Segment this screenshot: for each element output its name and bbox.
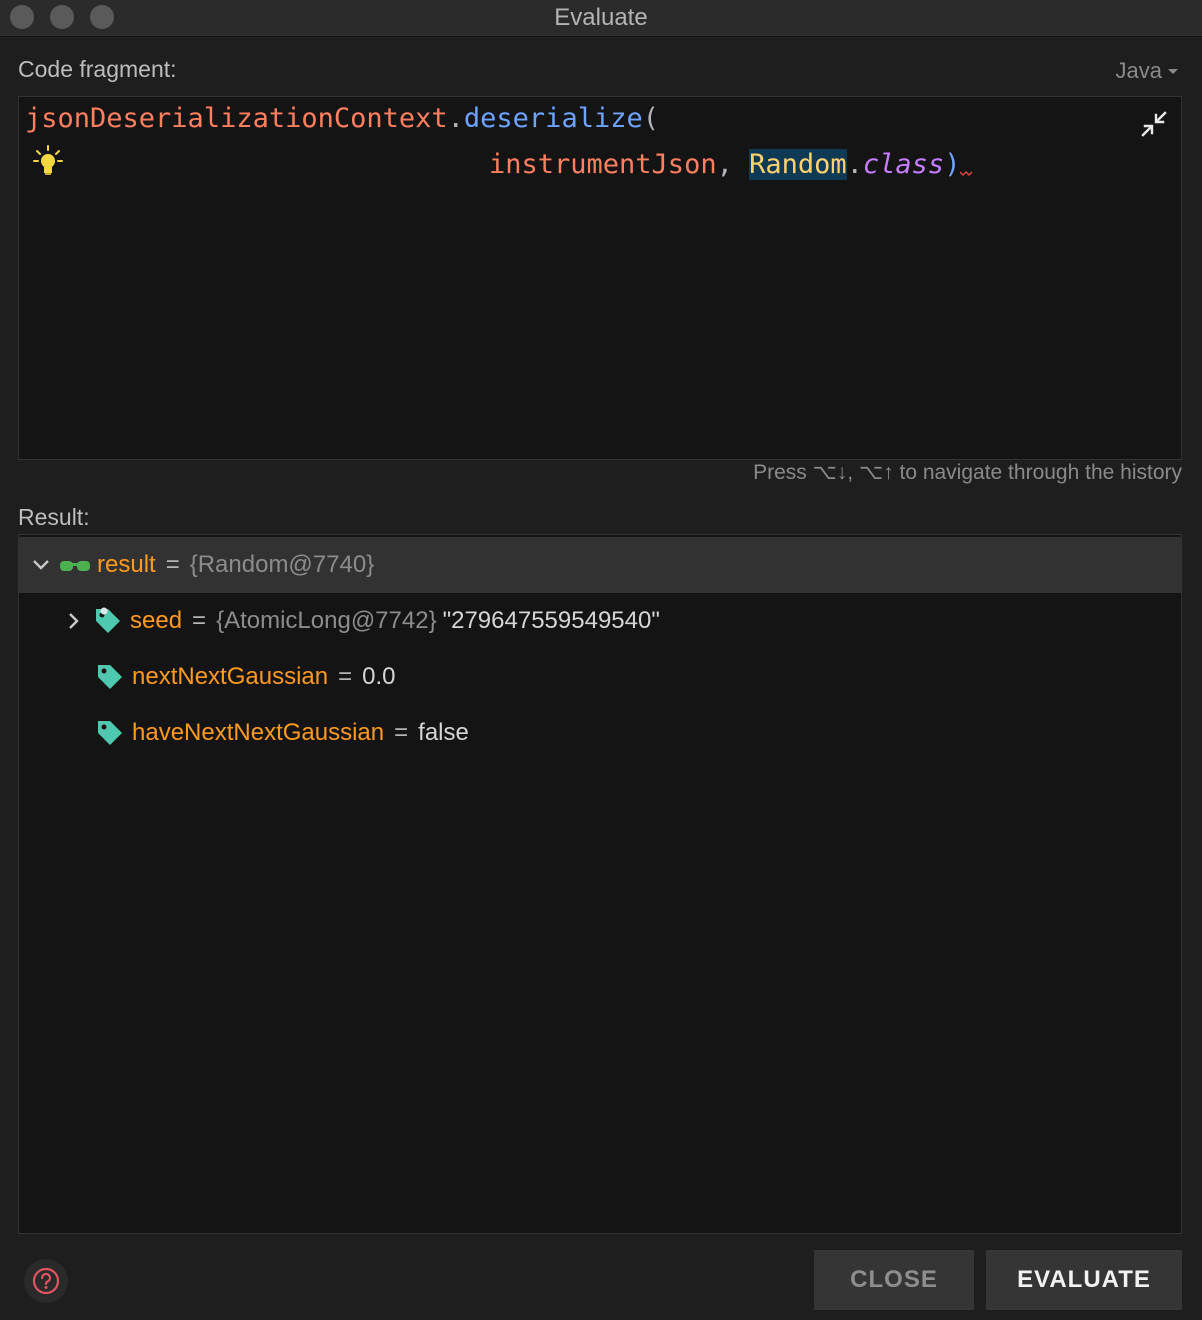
error-squiggle <box>959 153 974 177</box>
title-bar: Evaluate <box>0 0 1202 37</box>
tree-node-name: result <box>97 551 156 578</box>
tree-node-type: {AtomicLong@7742} <box>216 607 437 634</box>
tree-row-havenextnextgaussian[interactable]: haveNextNextGaussian = false <box>19 705 1181 761</box>
zoom-window-button[interactable] <box>90 5 114 29</box>
tree-node-value: 0.0 <box>362 663 396 690</box>
chevron-down-icon[interactable] <box>31 555 51 575</box>
tree-node-value: "279647559549540" <box>442 607 660 634</box>
result-tree[interactable]: result = {Random@7740} seed = {AtomicLon… <box>18 534 1182 1234</box>
code-token-dot: . <box>846 149 863 180</box>
help-button[interactable] <box>24 1259 68 1303</box>
tree-node-name: nextNextGaussian <box>132 663 329 690</box>
lightbulb-icon[interactable] <box>33 145 63 184</box>
tree-node-equals: = <box>192 607 207 634</box>
collapse-icon[interactable] <box>1141 111 1167 144</box>
tag-icon <box>94 607 122 635</box>
tree-row-seed[interactable]: seed = {AtomicLong@7742} "27964755954954… <box>19 593 1181 649</box>
tree-node-equals: = <box>394 719 409 746</box>
language-selector[interactable]: Java <box>1116 58 1178 84</box>
tree-node-equals: = <box>338 663 353 690</box>
tree-node-name: seed <box>130 607 183 634</box>
tree-row-result[interactable]: result = {Random@7740} <box>19 537 1181 593</box>
code-fragment-label: Code fragment: <box>18 56 177 82</box>
close-window-button[interactable] <box>10 5 34 29</box>
code-line-2: instrumentJson, Random.class) <box>489 149 974 180</box>
tree-row-nextnextgaussian[interactable]: nextNextGaussian = 0.0 <box>19 649 1181 705</box>
code-token-paren: ( <box>642 103 659 134</box>
chevron-right-icon[interactable] <box>64 611 84 631</box>
tree-node-type: {Random@7740} <box>189 551 375 578</box>
code-token-comma: , <box>716 149 750 180</box>
code-token-variable: jsonDeserializationContext <box>25 103 448 134</box>
evaluate-button[interactable]: EVALUATE <box>986 1250 1182 1310</box>
minimize-window-button[interactable] <box>50 5 74 29</box>
glasses-icon <box>59 558 91 572</box>
code-token-close-paren: ) <box>944 149 961 180</box>
window-controls <box>10 5 114 29</box>
tag-icon <box>96 719 124 747</box>
code-editor[interactable]: jsonDeserializationContext.deserialize( … <box>18 96 1182 460</box>
code-token-method: deserialize <box>463 103 643 134</box>
history-hint: Press ⌥↓, ⌥↑ to navigate through the his… <box>753 461 1182 484</box>
tree-node-value: false <box>418 719 469 746</box>
close-button[interactable]: CLOSE <box>814 1250 974 1310</box>
tree-node-equals: = <box>165 551 180 578</box>
tree-node-name: haveNextNextGaussian <box>132 719 385 746</box>
tag-icon <box>96 663 124 691</box>
question-circle-icon <box>32 1267 60 1295</box>
code-line-1: jsonDeserializationContext.deserialize( <box>25 103 659 134</box>
code-token-keyword: class <box>862 149 945 180</box>
chevron-down-icon <box>1168 68 1178 74</box>
result-label: Result: <box>18 504 90 530</box>
code-token-dot: . <box>447 103 464 134</box>
code-token-class-name: Random <box>749 149 847 180</box>
code-token-argument: instrumentJson <box>489 149 717 180</box>
window-title: Evaluate <box>554 4 648 31</box>
language-value: Java <box>1115 58 1162 83</box>
